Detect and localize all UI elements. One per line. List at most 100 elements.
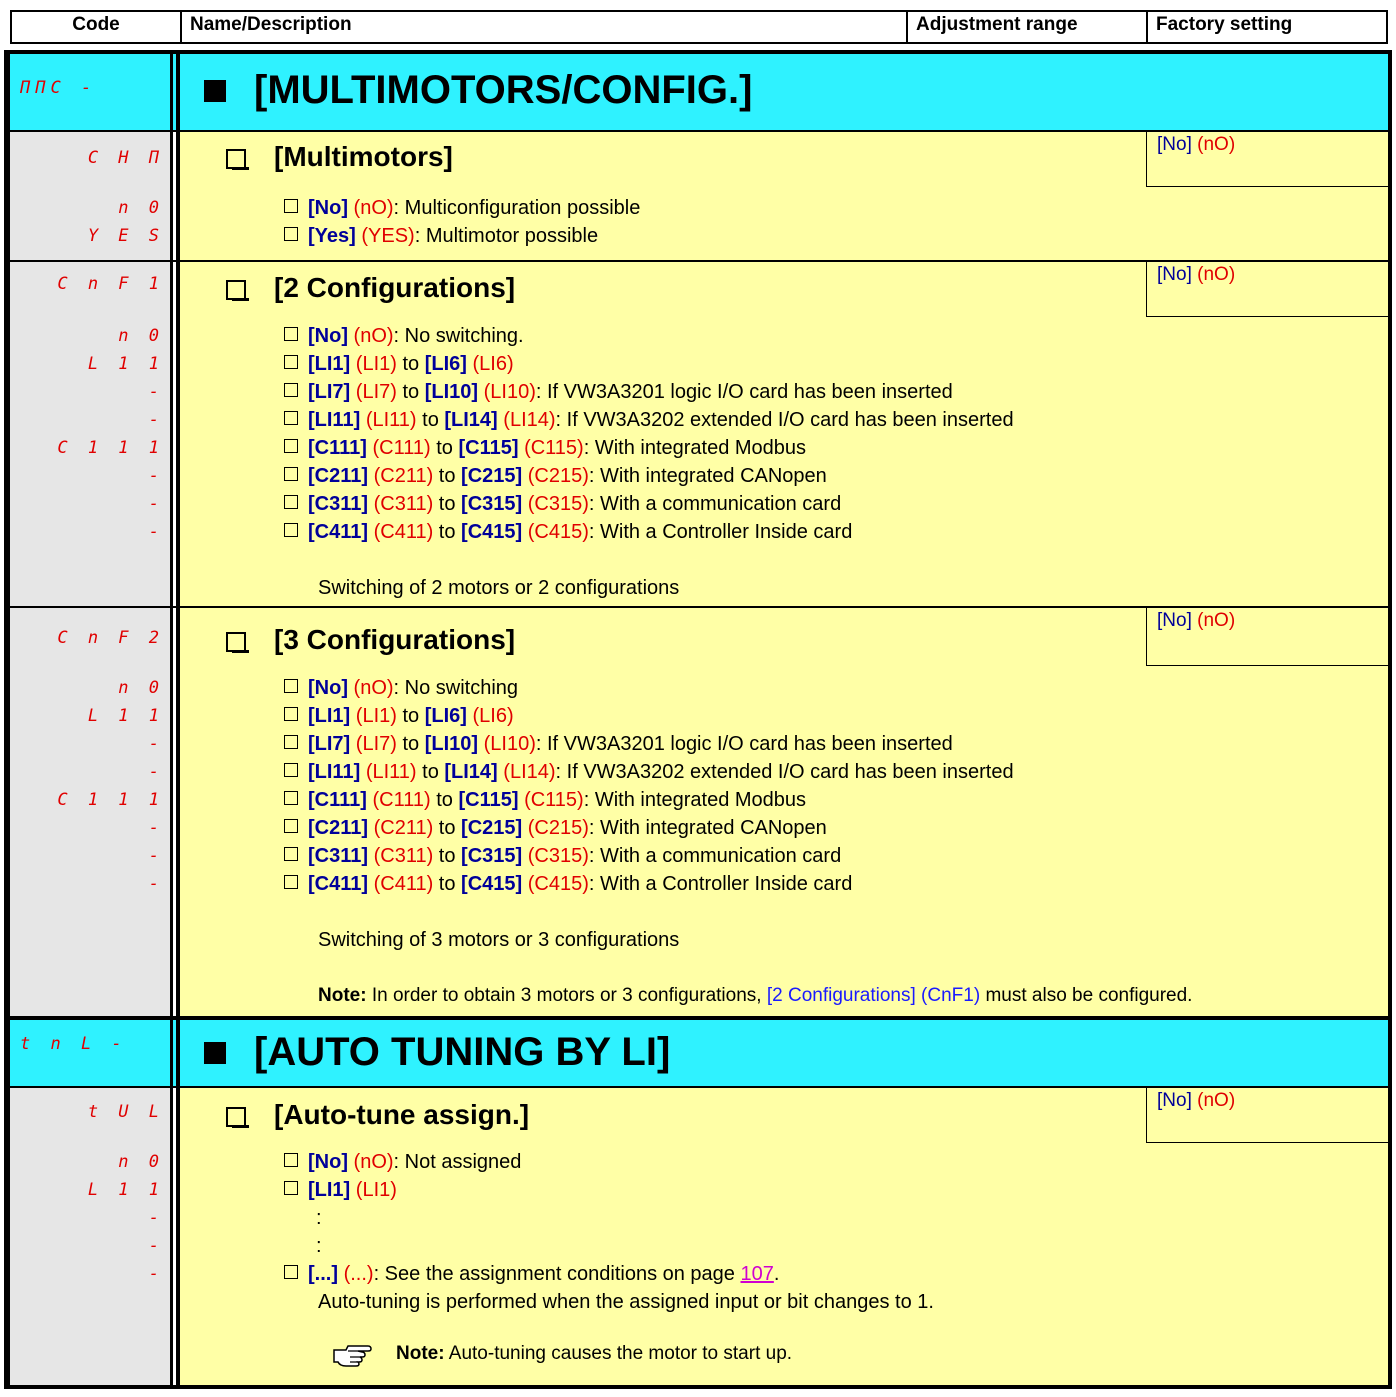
option-code: (nO) [353,325,394,347]
option-code: - [148,734,164,754]
checkbox-icon [284,735,298,749]
option-to: to [396,381,425,403]
checkbox-icon [284,355,298,369]
option-desc: : With integrated CANopen [588,465,827,487]
section-code-mmc: ΠΠC - [20,78,97,98]
option-label: [LI1] [308,353,351,375]
option-label: [LI6] [424,353,467,375]
factory-bracket: [No] [1157,1090,1192,1111]
parameter-box-icon [226,280,249,301]
note-label: Note: [396,1343,445,1364]
option-row: [C411] (C411) to [C415] (C415): With a C… [284,870,1014,898]
parameter-box-icon [226,1107,249,1128]
factory-setting-cnf2: [No] (nO) [1146,608,1388,666]
option-code: - [148,1264,164,1284]
checkbox-icon [284,791,298,805]
option-row: [Yes] (YES): Multimotor possible [284,222,598,250]
checkbox-icon [284,495,298,509]
parameter-box-icon [226,149,249,170]
option-code: - [148,762,164,782]
page-link[interactable]: 107 [740,1263,773,1285]
option-code: - [148,494,164,514]
option-code: - [148,874,164,894]
option-code: (C411) [373,521,434,543]
section-title-mmc: [MULTIMOTORS/CONFIG.] [254,68,753,112]
header-divider [180,10,182,44]
option-code: - [148,522,164,542]
checkbox-icon [284,847,298,861]
option-code: - [148,1236,164,1256]
option-code: (C415) [527,521,589,543]
option-desc: : If VW3A3202 extended I/O card has been… [555,409,1014,431]
option-to: to [430,437,459,459]
checkbox-icon [284,1153,298,1167]
option-code: (C215) [527,465,589,487]
checkbox-icon [284,523,298,537]
checkbox-icon [284,411,298,425]
option-desc: : No switching. [393,325,524,347]
option-code: (LI10) [483,381,536,403]
option-label: [C111] [308,789,367,811]
option-label: [LI14] [444,761,498,783]
option-label: [C115] [458,437,519,459]
option-label: [...] [308,1263,338,1285]
param-title-cnf1: [2 Configurations] [274,272,516,303]
param-code-chm: C H Π [87,148,164,168]
option-desc: : Not assigned [393,1151,522,1173]
option-to: to [416,761,445,783]
note-reference: [2 Configurations] (CnF1) [766,985,981,1006]
factory-bracket: [No] [1157,264,1192,285]
option-code: Y E S [87,226,164,246]
option-code: - [148,846,164,866]
option-row: [C311] (C311) to [C315] (C315): With a c… [284,490,1014,518]
option-to: to [433,873,462,895]
option-row: [LI11] (LI11) to [LI14] (LI14): If VW3A3… [284,406,1014,434]
option-label: [LI14] [444,409,498,431]
option-label: [No] [308,1151,348,1173]
option-code: (...) [343,1263,374,1285]
option-label: [C111] [308,437,367,459]
option-to: to [433,845,462,867]
factory-code: (nO) [1197,610,1236,631]
option-code: (C111) [372,437,431,459]
description-tul: Auto-tuning is performed when the assign… [318,1291,934,1313]
option-row: [C411] (C411) to [C415] (C415): With a C… [284,518,1014,546]
factory-bracket: [No] [1157,134,1192,155]
option-label: [C211] [308,817,369,839]
param-code-tul: t U L [87,1102,164,1122]
option-code: (LI7) [355,733,397,755]
option-desc: : With integrated Modbus [583,789,807,811]
option-code: n 0 [118,1152,164,1172]
option-code: (YES) [361,225,415,247]
description-cnf2: Switching of 3 motors or 3 configuration… [318,929,680,951]
column-divider [176,54,180,1385]
option-code: - [148,410,164,430]
option-code: (C211) [373,465,434,487]
option-code: (nO) [353,1151,394,1173]
option-row: [LI7] (LI7) to [LI10] (LI10): If VW3A320… [284,378,1014,406]
option-row: [C211] (C211) to [C215] (C215): With int… [284,462,1014,490]
checkbox-icon [284,383,298,397]
factory-code: (nO) [1197,264,1236,285]
option-code: (LI6) [472,705,514,727]
param-code-cnf2: C n F 2 [57,628,164,648]
ellipsis-dot: : [316,1235,322,1257]
option-code: L 1 1 [87,354,164,374]
description-cnf1: Switching of 2 motors or 2 configuration… [318,577,680,599]
option-row: [LI11] (LI11) to [LI14] (LI14): If VW3A3… [284,758,1014,786]
option-label: [C315] [461,493,523,515]
option-desc: : With a communication card [588,845,842,867]
note-cnf2: Note: In order to obtain 3 motors or 3 c… [318,982,1192,1010]
option-code: - [148,466,164,486]
option-desc: : With integrated Modbus [583,437,807,459]
option-to: to [433,521,462,543]
option-code: C 1 1 1 [57,438,164,458]
option-label: [LI11] [308,761,361,783]
option-desc: : Multimotor possible [414,225,599,247]
option-desc: : With a Controller Inside card [588,873,853,895]
option-label: [No] [308,197,348,219]
option-to: to [396,353,425,375]
header-divider [1146,10,1148,44]
option-label: [C415] [461,521,523,543]
option-code: (LI7) [355,381,397,403]
